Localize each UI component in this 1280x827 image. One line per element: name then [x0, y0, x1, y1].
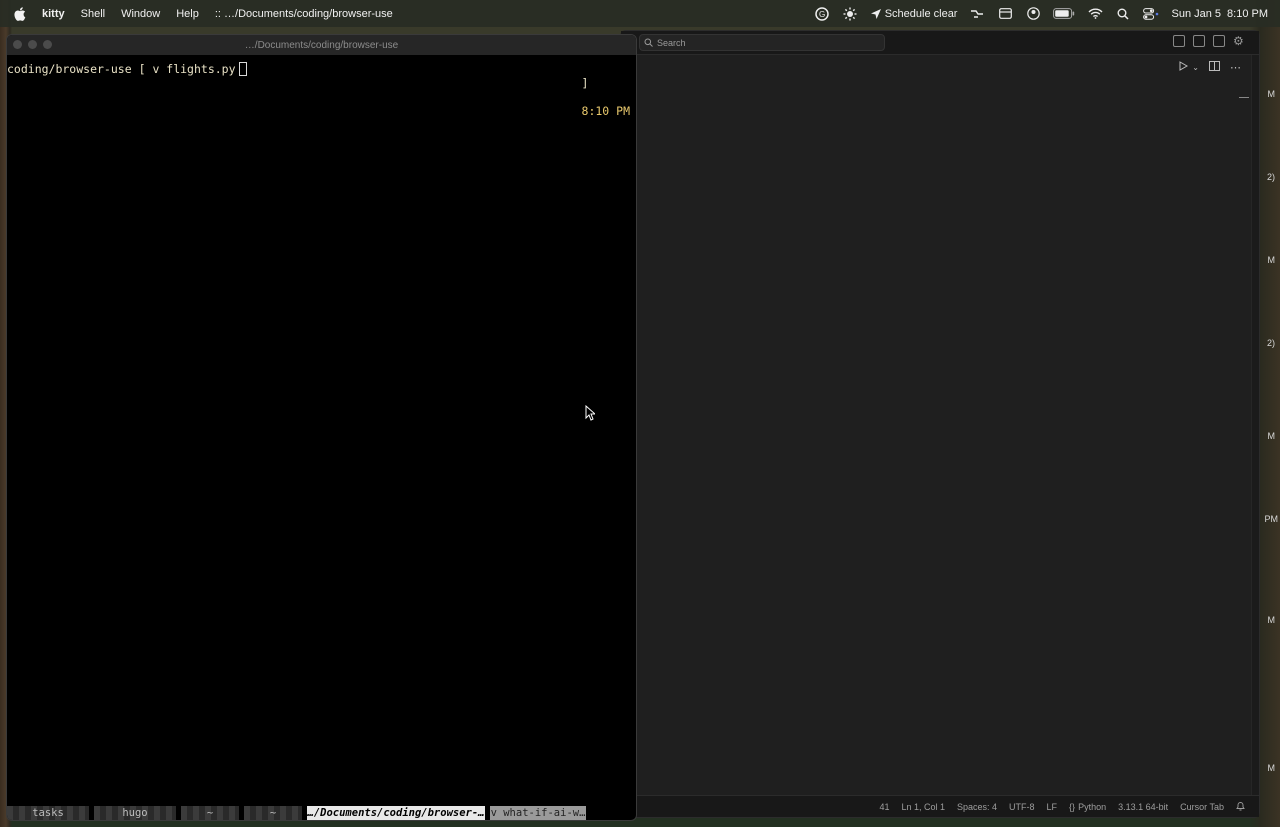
vscode-command-search[interactable]: Search [639, 34, 885, 51]
menu-window-path: :: …/Documents/coding/browser-use [214, 7, 393, 20]
vscode-scrollbar[interactable] [1251, 55, 1259, 795]
braces-icon: {} [1069, 801, 1076, 812]
vscode-window: Search ⚙ ⌄ ⋯ M 2) M 2) M PM M M 41 Ln 1,… [620, 30, 1278, 818]
toggle-primary-sidebar-icon[interactable] [1173, 35, 1185, 47]
vscode-status-bar: 41 Ln 1, Col 1 Spaces: 4 UTF-8 LF {} Pyt… [621, 795, 1259, 817]
status-cursor-tab[interactable]: Cursor Tab [1180, 802, 1224, 812]
status-language[interactable]: {} Python [1069, 802, 1106, 812]
status-encoding[interactable]: UTF-8 [1009, 802, 1035, 812]
terminal-content[interactable]: coding/browser-use [ v flights.py ] 8:10… [7, 62, 636, 118]
menu-window[interactable]: Window [121, 8, 160, 20]
close-window-button[interactable] [13, 40, 22, 49]
window-controls [13, 40, 52, 49]
settings-gear-icon[interactable]: ⚙ [1233, 35, 1245, 47]
prompt-path: coding/browser-use [7, 62, 132, 76]
menu-help[interactable]: Help [176, 8, 199, 20]
tab-browser-use[interactable]: …/Documents/coding/browser-… [307, 806, 485, 820]
zoom-window-button[interactable] [43, 40, 52, 49]
terminal-cursor [238, 62, 247, 76]
status-number[interactable]: 41 [879, 802, 889, 812]
toggle-secondary-sidebar-icon[interactable] [1213, 35, 1225, 47]
status-language-label: Python [1078, 801, 1107, 812]
apple-menu-icon[interactable] [14, 6, 28, 21]
edge-text: M [1267, 255, 1276, 265]
search-icon [644, 38, 653, 47]
right-prompt: ] 8:10 PM [540, 62, 630, 132]
menu-time[interactable]: 8:10 PM [1227, 8, 1268, 20]
edge-text: 2) [1266, 338, 1275, 348]
svg-text:G: G [819, 10, 825, 19]
minimize-window-button[interactable] [28, 40, 37, 49]
run-dropdown-chevron-icon[interactable]: ⌄ [1192, 63, 1199, 72]
typed-command: v flights.py [152, 62, 236, 76]
tab-home-1[interactable]: ~ [181, 806, 239, 820]
menu-date[interactable]: Sun Jan 5 [1171, 8, 1221, 20]
vscode-editor-actions: ⌄ ⋯ [1178, 61, 1241, 74]
kitty-window-title: …/Documents/coding/browser-use [244, 39, 399, 51]
network-extension-icon[interactable] [969, 7, 985, 21]
kitty-tab-bar: tasks hugo ~ ~ …/Documents/coding/browse… [7, 806, 636, 820]
grammarly-icon[interactable]: G [814, 6, 830, 21]
vscode-titlebar: Search ⚙ [621, 31, 1259, 55]
prompt-open-bracket: [ [138, 62, 146, 76]
wifi-icon[interactable] [1087, 7, 1103, 21]
split-editor-icon[interactable] [1209, 61, 1220, 74]
status-cursor-position[interactable]: Ln 1, Col 1 [901, 802, 945, 812]
status-indentation[interactable]: Spaces: 4 [957, 802, 997, 812]
right-prompt-bracket: ] [581, 76, 589, 90]
edge-text: M [1267, 615, 1276, 625]
right-prompt-time: 8:10 PM [581, 104, 630, 118]
notifications-bell-icon[interactable] [1236, 801, 1245, 813]
status-eol[interactable]: LF [1047, 802, 1058, 812]
edge-text: M [1267, 431, 1276, 441]
brightness-icon[interactable] [842, 7, 858, 21]
edge-text: 2) [1266, 172, 1275, 182]
edge-text: M [1267, 89, 1276, 99]
spotlight-search-icon[interactable] [1115, 7, 1131, 21]
menu-app-name[interactable]: kitty [42, 8, 65, 20]
toggle-panel-icon[interactable] [1193, 35, 1205, 47]
tab-home-2[interactable]: ~ [244, 806, 302, 820]
control-center-icon[interactable] [1143, 7, 1159, 21]
battery-icon[interactable] [1053, 7, 1075, 21]
schedule-status[interactable]: Schedule clear [870, 7, 958, 21]
menu-shell[interactable]: Shell [81, 8, 105, 20]
tab-hugo[interactable]: hugo [94, 806, 176, 820]
schedule-text: Schedule clear [884, 7, 958, 20]
menu-bar: kitty Shell Window Help :: …/Documents/c… [0, 0, 1280, 27]
shell-prompt: coding/browser-use [ v flights.py [7, 62, 247, 76]
kitty-terminal-window[interactable]: …/Documents/coding/browser-use coding/br… [6, 34, 637, 821]
vscode-search-placeholder: Search [657, 37, 686, 48]
calendar-icon[interactable] [997, 7, 1013, 21]
edge-text: M [1267, 763, 1276, 773]
more-actions-icon[interactable]: ⋯ [1230, 61, 1241, 74]
status-interpreter[interactable]: 3.13.1 64-bit [1118, 802, 1168, 812]
vscode-layout-controls: ⚙ [1173, 35, 1245, 47]
kitty-titlebar[interactable]: …/Documents/coding/browser-use [7, 35, 636, 55]
minimap-marker [1239, 97, 1249, 98]
user-account-icon[interactable] [1025, 7, 1041, 21]
send-icon [870, 8, 881, 19]
edge-text: PM [1264, 514, 1279, 524]
tab-tasks[interactable]: tasks [7, 806, 89, 820]
tab-what-if-ai[interactable]: v what-if-ai-w… [490, 806, 586, 820]
menu-bar-status-area: G Schedule clear Sun Jan 5 8:10 PM [814, 6, 1268, 21]
run-python-icon[interactable] [1178, 61, 1189, 74]
mouse-pointer-icon [585, 405, 595, 421]
